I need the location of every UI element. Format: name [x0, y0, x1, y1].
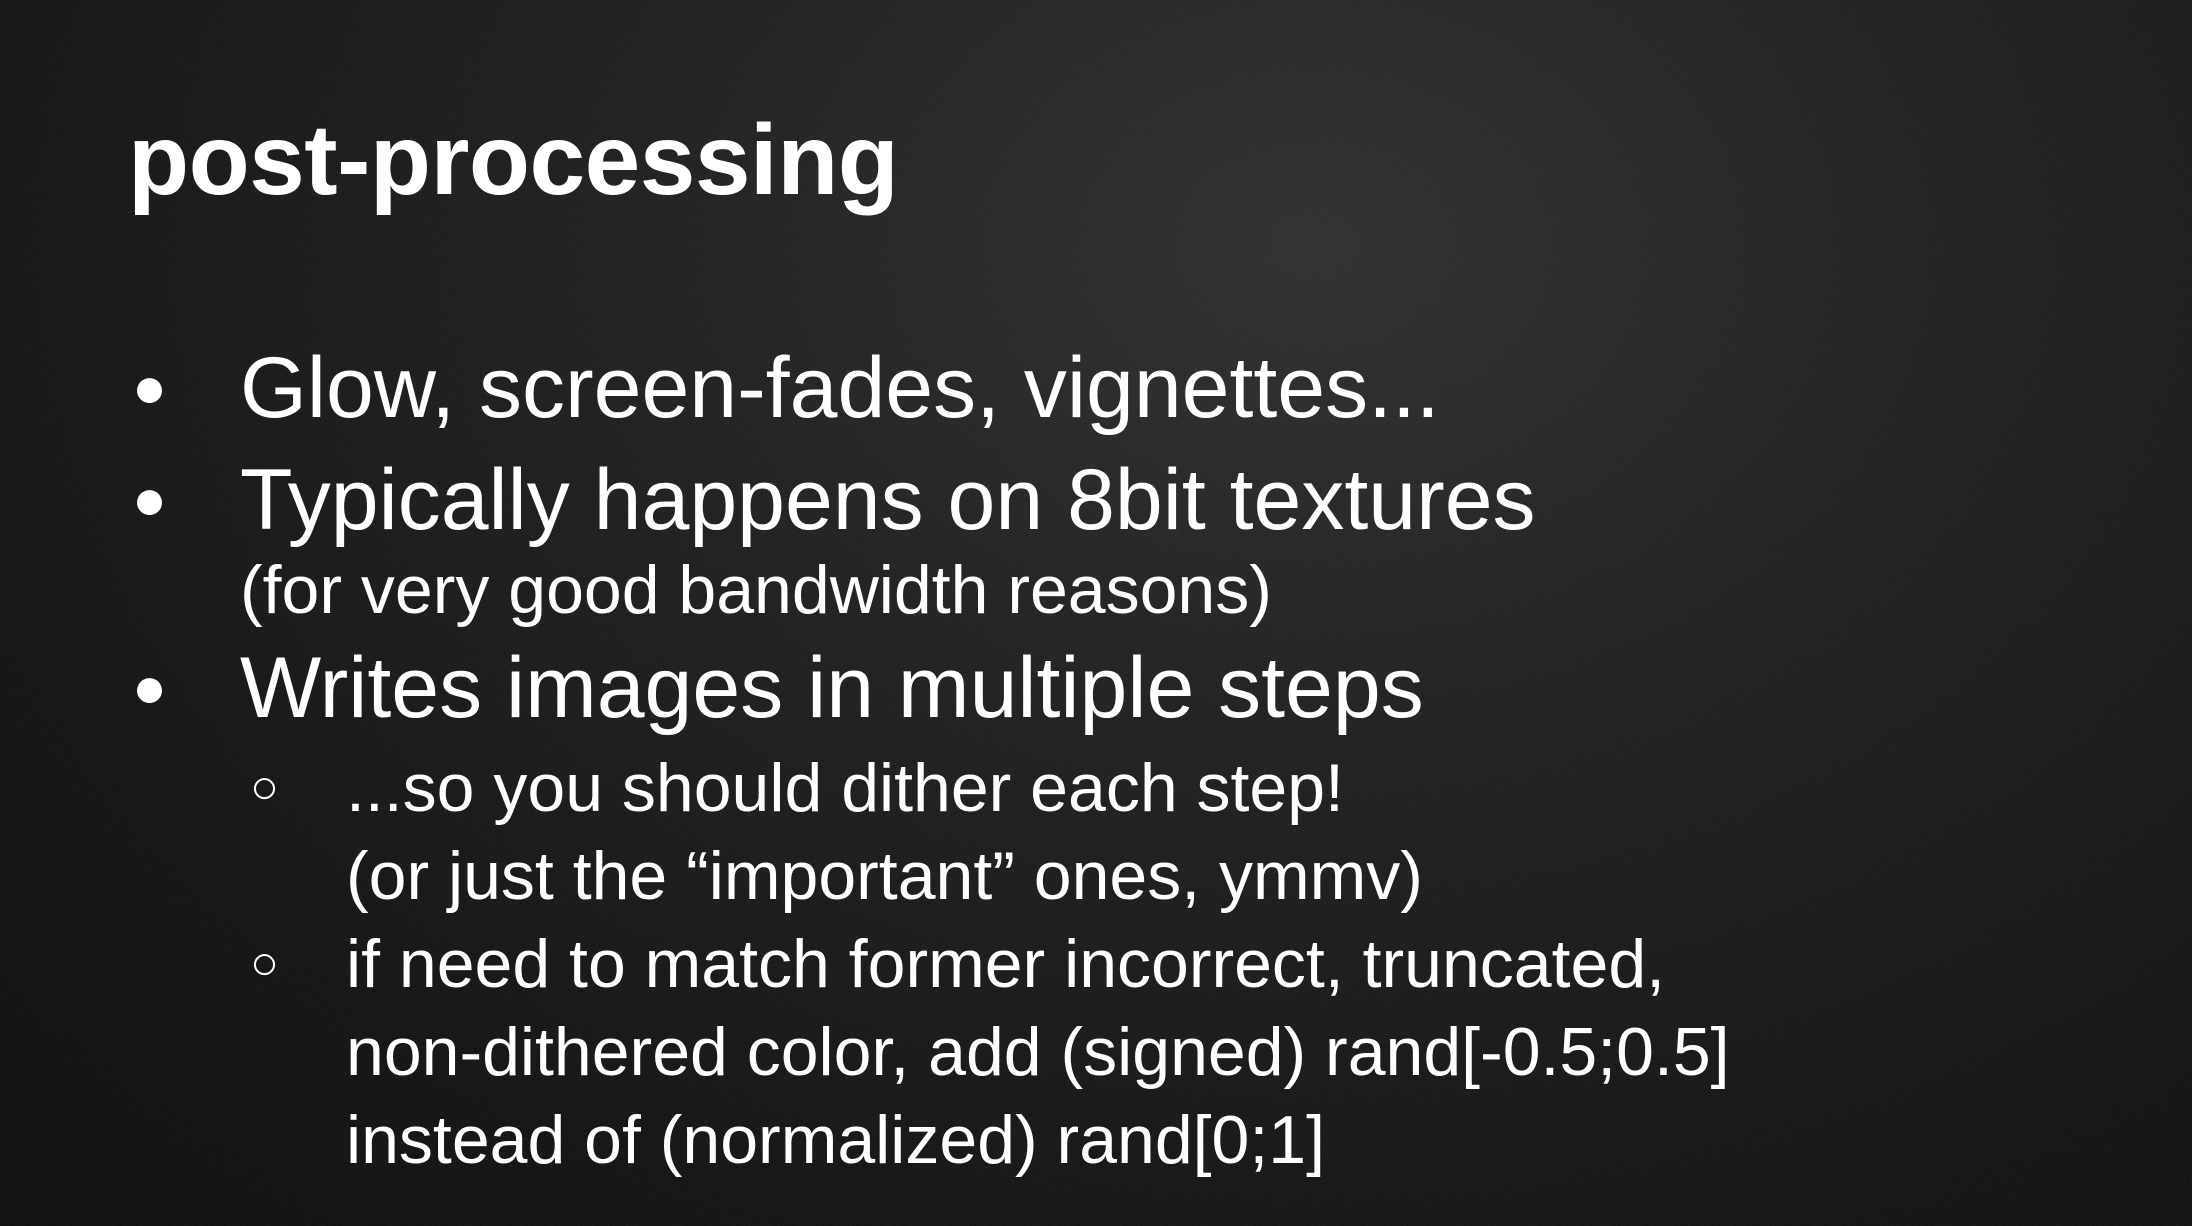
slide-title: post-processing [128, 104, 899, 216]
bullet-item: ● Writes images in multiple steps [128, 632, 2128, 744]
sub-bullet-line: instead of (normalized) rand[0;1] [346, 1102, 1325, 1178]
sub-bullet-item: ○ ...so you should dither each step! (or… [128, 744, 2128, 920]
sub-bullet-line: non-dithered color, add (signed) rand[-0… [346, 1014, 1730, 1090]
sub-bullet-item: ○ if need to match former incorrect, tru… [128, 920, 2128, 1184]
hollow-circle-bullet-icon: ○ [250, 937, 279, 990]
bullet-item: ● Glow, screen-fades, vignettes... [128, 332, 2128, 444]
bullet-text: Writes images in multiple steps [240, 640, 1424, 736]
bullet-text: Glow, screen-fades, vignettes... [240, 340, 1440, 436]
sub-bullet-line: (or just the “important” ones, ymmv) [346, 838, 1423, 914]
bullet-item: ● Typically happens on 8bit textures (fo… [128, 444, 2128, 632]
bullet-note: (for very good bandwidth reasons) [240, 552, 1272, 628]
filled-circle-bullet-icon: ● [132, 467, 168, 532]
filled-circle-bullet-icon: ● [132, 655, 168, 720]
sub-bullet-line: ...so you should dither each step! [346, 750, 1344, 826]
bullet-list: ● Glow, screen-fades, vignettes... ● Typ… [128, 332, 2128, 1184]
hollow-circle-bullet-icon: ○ [250, 761, 279, 814]
filled-circle-bullet-icon: ● [132, 355, 168, 420]
sub-bullet-line: if need to match former incorrect, trunc… [346, 926, 1666, 1002]
bullet-text: Typically happens on 8bit textures [240, 452, 1536, 548]
slide: post-processing ● Glow, screen-fades, vi… [0, 0, 2192, 1226]
